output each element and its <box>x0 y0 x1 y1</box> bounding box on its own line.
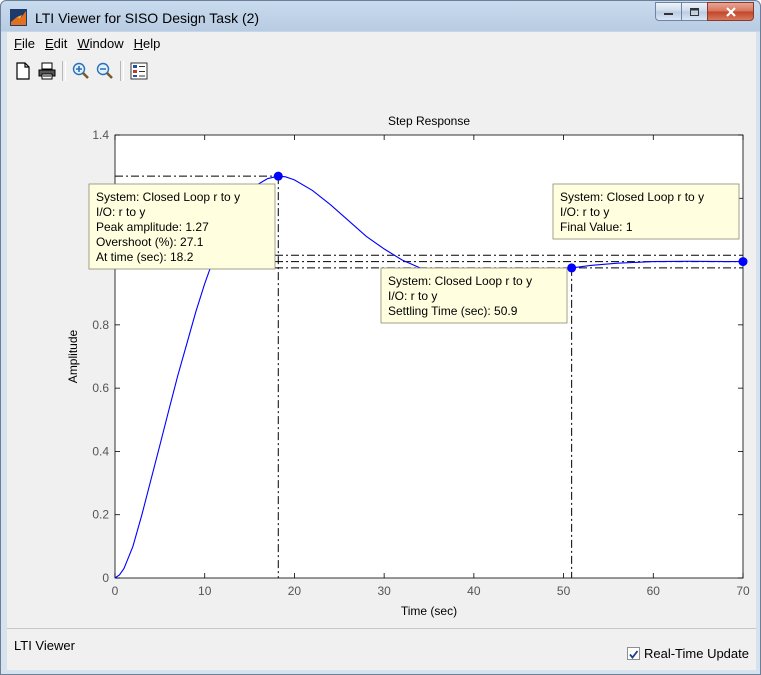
menu-bar: File Edit Window Help <box>7 32 756 54</box>
menu-edit[interactable]: Edit <box>41 34 73 53</box>
new-document-icon <box>16 62 30 80</box>
lti-viewer-window: LTI Viewer for SISO Design Task (2) File… <box>0 0 761 675</box>
x-tick-label: 20 <box>288 584 302 598</box>
toolbar-separator <box>120 61 124 81</box>
menu-window-label: indow <box>89 35 124 51</box>
print-button[interactable] <box>35 59 59 83</box>
menu-edit-mnemonic: E <box>44 35 54 51</box>
datatip-text: At time (sec): 18.2 <box>96 250 194 264</box>
menu-help[interactable]: Help <box>130 34 167 53</box>
menu-file-mnemonic: F <box>14 35 22 51</box>
data-marker[interactable] <box>273 171 283 181</box>
x-tick-label: 40 <box>467 584 481 598</box>
y-tick-label: 0.6 <box>92 381 109 395</box>
window-title: LTI Viewer for SISO Design Task (2) <box>35 10 260 26</box>
menu-edit-label: dit <box>53 35 68 51</box>
datatip-text: System: Closed Loop r to y <box>388 274 532 288</box>
toolbar <box>7 56 760 86</box>
toolbar-separator <box>62 61 66 81</box>
y-tick-label: 1.4 <box>92 128 109 142</box>
x-tick-label: 0 <box>112 584 119 598</box>
check-icon <box>629 650 639 659</box>
zoom-out-button[interactable] <box>93 59 117 83</box>
y-tick-label: 0.8 <box>92 318 109 332</box>
close-button[interactable] <box>707 2 754 21</box>
x-tick-label: 50 <box>557 584 571 598</box>
x-tick-label: 30 <box>377 584 391 598</box>
client-area: File Edit Window Help Step Response Time… <box>7 32 756 670</box>
minimize-button[interactable] <box>655 2 682 21</box>
datatip-text: Peak amplitude: 1.27 <box>96 220 209 234</box>
x-axis-label: Time (sec) <box>401 604 457 618</box>
status-text: LTI Viewer <box>14 638 75 653</box>
data-marker[interactable] <box>567 263 577 273</box>
menu-help-label: elp <box>143 35 161 51</box>
datatip-text: Settling Time (sec): 50.9 <box>388 304 518 318</box>
new-button[interactable] <box>11 59 35 83</box>
realtime-update-checkbox[interactable]: Real-Time Update <box>626 646 749 661</box>
title-bar[interactable]: LTI Viewer for SISO Design Task (2) <box>1 1 760 33</box>
maximize-icon <box>689 7 699 16</box>
realtime-update-label: Real-Time Update <box>643 646 749 661</box>
y-tick-label: 0.2 <box>92 508 109 522</box>
zoom-out-icon <box>96 62 113 79</box>
menu-window[interactable]: Window <box>73 34 129 53</box>
matlab-logo-icon <box>10 9 27 26</box>
y-tick-label: 0.4 <box>92 444 109 458</box>
data-marker[interactable] <box>738 257 748 267</box>
checkbox-box[interactable] <box>626 647 640 660</box>
y-tick-label: 0 <box>102 571 109 585</box>
datatip-text: Final Value: 1 <box>560 220 633 234</box>
menu-window-mnemonic: W <box>77 35 90 51</box>
print-icon <box>38 62 56 80</box>
datatip-text: I/O: r to y <box>388 289 437 303</box>
menu-help-mnemonic: H <box>133 35 144 51</box>
datatip-text: I/O: r to y <box>96 205 145 219</box>
x-tick-label: 60 <box>647 584 661 598</box>
zoom-in-button[interactable] <box>69 59 93 83</box>
status-bar: LTI Viewer Real-Time Update <box>7 628 756 671</box>
minimize-icon <box>663 12 673 15</box>
close-icon <box>725 6 736 17</box>
datatip-text: I/O: r to y <box>560 205 609 219</box>
step-response-chart[interactable]: Step Response Time (sec) Amplitude 0 10 20 30 4… <box>7 90 756 625</box>
plot-configurations-button[interactable] <box>127 59 151 83</box>
x-tick-label: 70 <box>736 584 750 598</box>
plot-area: Step Response Time (sec) Amplitude 0 10 20 30 4… <box>7 90 756 625</box>
datatip-text: System: Closed Loop r to y <box>560 190 704 204</box>
menu-file-label: ile <box>21 35 35 51</box>
datatip-text: System: Closed Loop r to y <box>96 190 240 204</box>
x-tick-label: 10 <box>198 584 212 598</box>
zoom-in-icon <box>72 62 89 79</box>
datatip-text: Overshoot (%): 27.1 <box>96 235 204 249</box>
maximize-button[interactable] <box>681 2 708 21</box>
plot-configurations-icon <box>130 62 148 80</box>
y-axis-label: Amplitude <box>66 330 80 384</box>
menu-file[interactable]: File <box>10 34 41 53</box>
chart-title: Step Response <box>388 114 470 128</box>
